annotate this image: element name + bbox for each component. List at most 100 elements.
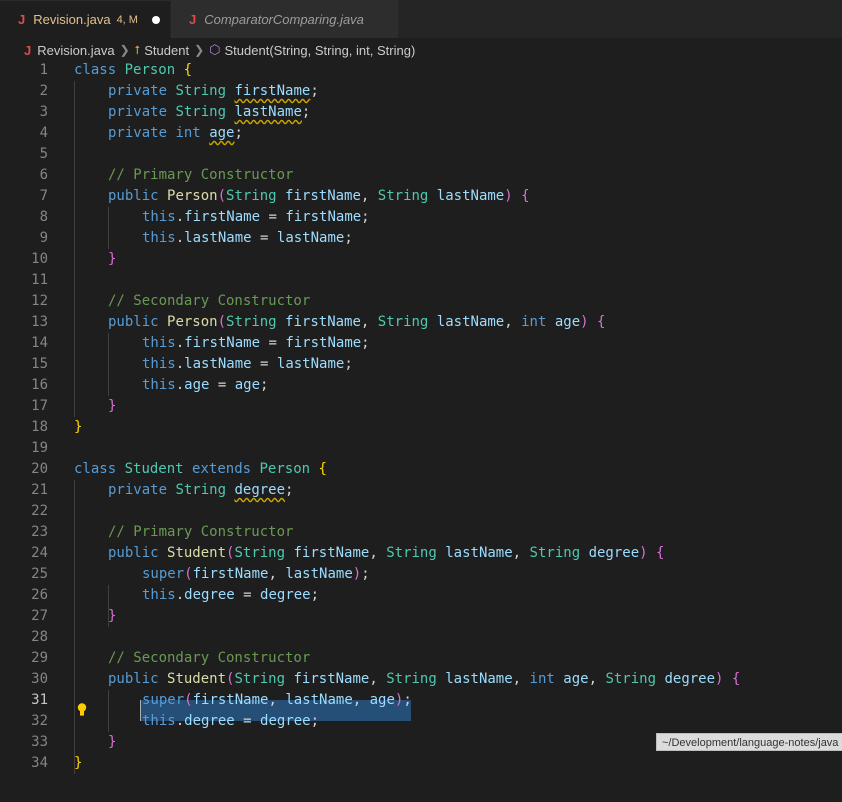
code-line: public Student(String firstName, String … bbox=[108, 543, 664, 564]
bracket: { bbox=[521, 188, 530, 204]
field-name: age bbox=[209, 125, 235, 141]
field-name: firstName bbox=[184, 209, 261, 225]
chevron-right-icon: ❯ bbox=[119, 43, 130, 57]
comment: // Secondary Constructor bbox=[108, 650, 311, 666]
bracket: { bbox=[183, 62, 193, 78]
bracket: ( bbox=[217, 188, 227, 204]
line-number: 12 bbox=[31, 293, 48, 309]
java-file-icon: J bbox=[189, 11, 197, 27]
comment: // Primary Constructor bbox=[108, 167, 294, 183]
type: String bbox=[175, 482, 227, 498]
punct: ; bbox=[310, 587, 320, 603]
operator: = bbox=[234, 713, 261, 729]
type: String bbox=[234, 545, 286, 561]
punct: . bbox=[175, 209, 185, 225]
closing-brace: } bbox=[108, 398, 117, 414]
keyword: this bbox=[142, 230, 176, 246]
param: lastName bbox=[276, 356, 345, 372]
line-number: 15 bbox=[31, 356, 48, 372]
punct: . bbox=[175, 713, 185, 729]
keyword: private bbox=[108, 125, 168, 141]
code-line-selected: super(firstName, lastName, age); bbox=[142, 690, 412, 711]
tab-revision-java[interactable]: J Revision.java 4, M bbox=[0, 0, 170, 38]
param: lastName bbox=[436, 188, 505, 204]
type: String bbox=[175, 104, 227, 120]
breadcrumb-class[interactable]: Student bbox=[144, 43, 189, 58]
field-name: firstName bbox=[184, 335, 261, 351]
punct: , bbox=[360, 188, 370, 204]
punct: ; bbox=[234, 125, 243, 141]
punct: , bbox=[512, 545, 522, 561]
keyword: this bbox=[142, 377, 176, 393]
field-name: firstName bbox=[234, 83, 311, 99]
closing-brace: } bbox=[108, 251, 117, 267]
type: String bbox=[234, 671, 286, 687]
punct: , bbox=[268, 566, 286, 582]
keyword: private bbox=[108, 482, 168, 498]
keyword: extends bbox=[192, 461, 252, 477]
line-number: 7 bbox=[39, 188, 48, 204]
operator: = bbox=[251, 356, 277, 372]
type: String bbox=[226, 314, 277, 330]
tab-bar: J Revision.java 4, M J ComparatorCompari… bbox=[0, 0, 842, 38]
unsaved-dot-icon[interactable] bbox=[151, 15, 160, 24]
field-name: degree bbox=[184, 713, 235, 729]
lightbulb-icon[interactable] bbox=[77, 703, 87, 716]
punct: ; bbox=[301, 104, 311, 120]
line-number: 23 bbox=[31, 524, 48, 540]
line-number: 14 bbox=[31, 335, 48, 351]
type: int bbox=[521, 314, 547, 330]
breadcrumb-method[interactable]: Student(String, String, int, String) bbox=[225, 43, 416, 58]
punct: , bbox=[360, 314, 370, 330]
closing-brace: } bbox=[108, 734, 117, 750]
code-line: this.firstName = firstName; bbox=[142, 207, 370, 228]
keyword: this bbox=[142, 356, 176, 372]
param: lastName bbox=[445, 545, 513, 561]
keyword: public bbox=[108, 545, 159, 561]
indent-guide bbox=[74, 81, 75, 417]
breadcrumb-file[interactable]: Revision.java bbox=[37, 43, 114, 58]
bracket: { bbox=[318, 461, 327, 477]
bracket: { bbox=[731, 671, 741, 687]
line-number: 24 bbox=[31, 545, 48, 561]
class-name: Person bbox=[124, 62, 176, 78]
punct: , bbox=[268, 692, 286, 708]
field-name: degree bbox=[184, 587, 235, 603]
line-number: 26 bbox=[31, 587, 48, 603]
line-number: 2 bbox=[39, 83, 48, 99]
param: firstName bbox=[192, 692, 269, 708]
indent-guide bbox=[108, 207, 109, 249]
field-name: degree bbox=[234, 482, 286, 498]
code-line: this.firstName = firstName; bbox=[142, 333, 370, 354]
field-name: lastName bbox=[234, 104, 302, 120]
line-number: 31 bbox=[31, 692, 48, 708]
line-number: 21 bbox=[31, 482, 48, 498]
keyword: this bbox=[142, 335, 176, 351]
line-number: 17 bbox=[31, 398, 48, 414]
line-number: 8 bbox=[39, 209, 48, 225]
punct: . bbox=[175, 587, 185, 603]
punct: ; bbox=[344, 230, 353, 246]
punct: , bbox=[512, 671, 522, 687]
punct: . bbox=[175, 356, 185, 372]
punct: , bbox=[504, 314, 513, 330]
type: String bbox=[386, 545, 437, 561]
param: age bbox=[563, 671, 589, 687]
java-file-icon: J bbox=[24, 42, 32, 58]
param: age bbox=[234, 377, 261, 393]
tab-label: ComparatorComparing.java bbox=[204, 11, 364, 27]
keyword: private bbox=[108, 104, 168, 120]
param: degree bbox=[260, 587, 311, 603]
code-editor[interactable]: 1 2 3 4 5 6 7 8 9 10 11 12 13 14 15 16 1… bbox=[0, 60, 842, 802]
bracket: ) bbox=[504, 188, 513, 204]
param: degree bbox=[664, 671, 716, 687]
code-line: class Student extends Person { bbox=[74, 459, 327, 480]
line-number: 25 bbox=[31, 566, 48, 582]
method-name: Person bbox=[167, 314, 218, 330]
line-number: 3 bbox=[39, 104, 48, 120]
param: lastName bbox=[445, 671, 513, 687]
tab-comparator-comparing[interactable]: J ComparatorComparing.java bbox=[170, 0, 398, 38]
param: firstName bbox=[285, 335, 362, 351]
closing-brace: } bbox=[74, 755, 83, 771]
line-number: 9 bbox=[39, 230, 48, 246]
